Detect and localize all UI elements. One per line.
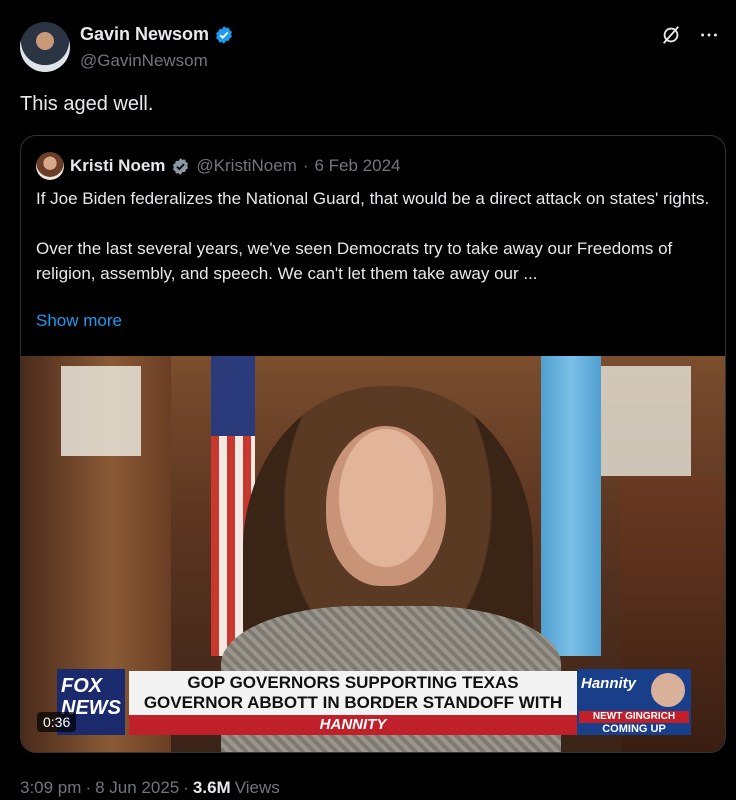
quoted-handle[interactable]: @KristiNoem	[196, 156, 296, 176]
grok-icon[interactable]	[660, 24, 682, 46]
us-flag-canton	[211, 356, 255, 436]
state-flag	[541, 356, 601, 656]
background-window	[61, 366, 141, 456]
promo-guest-photo	[651, 673, 685, 707]
footer-separator: ·	[85, 778, 92, 797]
news-lower-third: FOX NEWS GOP GOVERNORS SUPPORTING TEXAS …	[57, 669, 691, 735]
promo-guest-name: NEWT GINGRICH	[579, 711, 689, 723]
promo-box: Hannity NEWT GINGRICH COMING UP	[577, 669, 691, 735]
video-duration: 0:36	[37, 712, 77, 732]
quoted-avatar[interactable]	[36, 152, 64, 180]
author-handle[interactable]: @GavinNewsom	[80, 51, 208, 71]
post-date[interactable]: 8 Jun 2025	[95, 778, 179, 798]
footer-separator: ·	[183, 778, 189, 797]
views-label: Views	[234, 778, 280, 797]
quoted-date[interactable]: 6 Feb 2024	[314, 156, 400, 176]
quoted-body: If Joe Biden federalizes the National Gu…	[36, 189, 710, 283]
promo-brand: Hannity	[581, 675, 637, 692]
more-options-icon[interactable]	[698, 24, 720, 46]
author-avatar[interactable]	[20, 22, 70, 72]
video-media[interactable]: FOX NEWS GOP GOVERNORS SUPPORTING TEXAS …	[21, 356, 725, 752]
verified-badge-icon	[173, 157, 189, 175]
quoted-separator: ·	[302, 156, 309, 175]
author-name[interactable]: Gavin Newsom	[80, 24, 209, 45]
speaker-face	[326, 426, 446, 586]
author-name-row: Gavin Newsom	[80, 24, 234, 45]
tweet-footer: 3:09 pm · 8 Jun 2025 · 3.6M Views	[20, 778, 280, 798]
tweet-header: Gavin Newsom @GavinNewsom	[20, 22, 720, 74]
quoted-header: Kristi Noem @KristiNoem · 6 Feb 2024	[36, 152, 401, 180]
post-time[interactable]: 3:09 pm	[20, 778, 81, 798]
headline-line-1: GOP GOVERNORS SUPPORTING TEXAS	[187, 673, 519, 692]
network-logo-top: FOX	[61, 675, 103, 697]
tweet-text: This aged well.	[20, 93, 154, 115]
quoted-author-name[interactable]: Kristi Noem	[70, 156, 165, 176]
quoted-tweet[interactable]: Kristi Noem @KristiNoem · 6 Feb 2024 If …	[20, 135, 726, 753]
background-window	[591, 366, 691, 476]
promo-coming-up: COMING UP	[602, 723, 666, 735]
news-headline: GOP GOVERNORS SUPPORTING TEXAS GOVERNOR …	[129, 671, 577, 732]
views-count: 3.6M	[192, 778, 231, 797]
header-actions	[660, 24, 720, 46]
verified-badge-icon	[216, 25, 232, 44]
show-name-bar: HANNITY	[129, 715, 577, 735]
show-more-link[interactable]: Show more	[36, 311, 122, 331]
